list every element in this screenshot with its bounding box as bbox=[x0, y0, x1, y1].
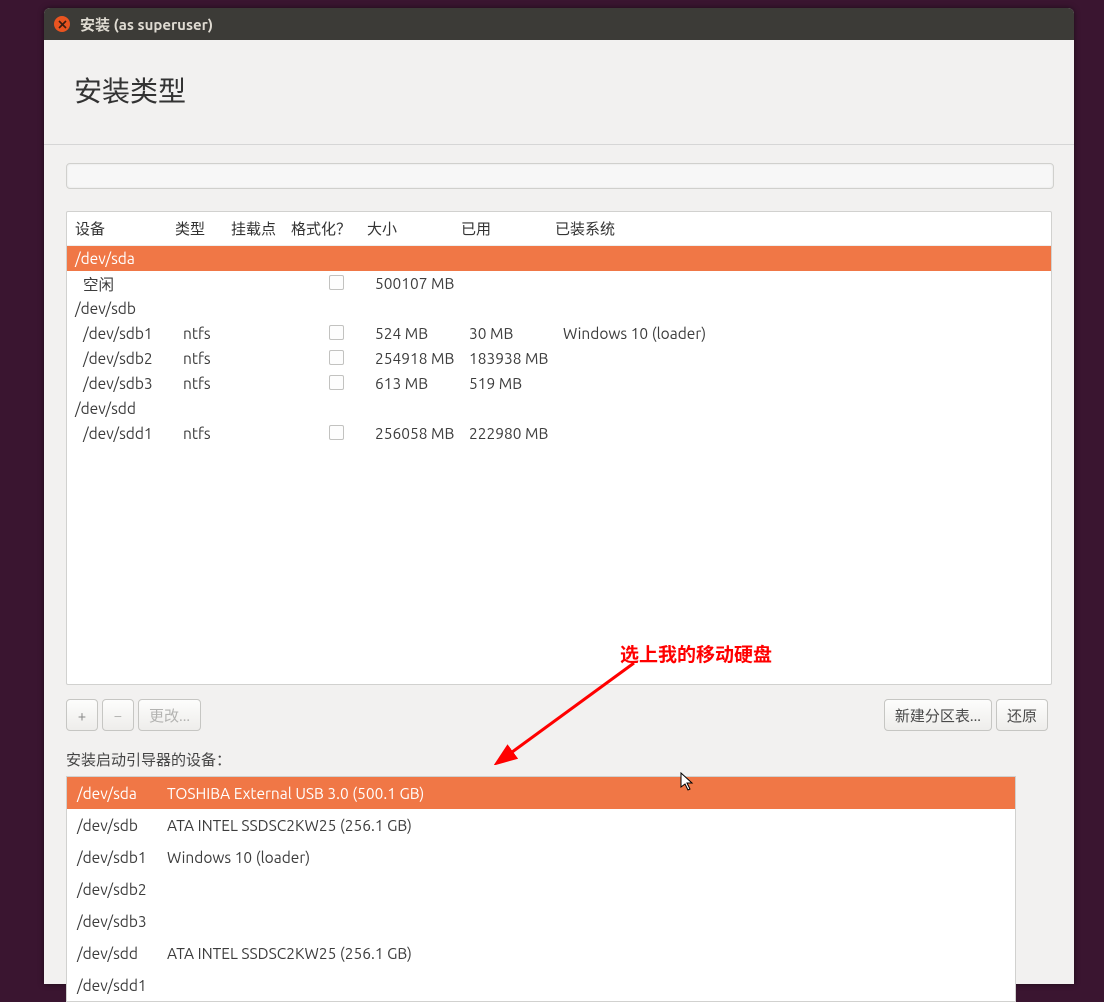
cell-format bbox=[299, 375, 375, 393]
titlebar: 安装 (as superuser) bbox=[44, 8, 1074, 40]
col-header-format[interactable]: 格式化？ bbox=[291, 218, 367, 239]
cell-size: 256058 MB bbox=[375, 425, 469, 442]
bootloader-option-device: /dev/sdd bbox=[77, 945, 167, 962]
bootloader-option-desc: Windows 10 (loader) bbox=[167, 849, 1005, 866]
col-header-type[interactable]: 类型 bbox=[175, 218, 231, 239]
bootloader-option-device: /dev/sdb3 bbox=[77, 913, 167, 930]
cell-format bbox=[299, 325, 375, 343]
cell-device: /dev/sdb bbox=[71, 300, 175, 317]
window-title: 安装 (as superuser) bbox=[80, 14, 213, 35]
cell-type: ntfs bbox=[183, 425, 239, 442]
disk-usage-bar bbox=[66, 163, 1054, 189]
bootloader-option[interactable]: /dev/sdbATA INTEL SSDSC2KW25 (256.1 GB) bbox=[67, 809, 1015, 841]
table-row[interactable]: /dev/sdd1ntfs 256058 MB222980 MB bbox=[67, 421, 1051, 446]
bootloader-option-desc: ATA INTEL SSDSC2KW25 (256.1 GB) bbox=[167, 945, 1005, 962]
bootloader-option-device: /dev/sdb1 bbox=[77, 849, 167, 866]
bootloader-option-device: /dev/sdd1 bbox=[77, 977, 167, 994]
new-partition-table-button[interactable]: 新建分区表... bbox=[884, 699, 992, 731]
table-row[interactable]: /dev/sdb bbox=[67, 296, 1051, 321]
cell-used: 183938 MB bbox=[469, 350, 563, 367]
cell-size: 613 MB bbox=[375, 375, 469, 392]
cell-type: ntfs bbox=[183, 325, 239, 342]
bootloader-option-desc: TOSHIBA External USB 3.0 (500.1 GB) bbox=[167, 785, 1005, 802]
col-header-mount[interactable]: 挂载点 bbox=[231, 218, 291, 239]
bootloader-label: 安装启动引导器的设备： bbox=[66, 749, 1052, 770]
bootloader-option[interactable]: /dev/sdb2 bbox=[67, 873, 1015, 905]
cell-used: 30 MB bbox=[469, 325, 563, 342]
col-header-size[interactable]: 大小 bbox=[367, 218, 461, 239]
bootloader-option[interactable]: /dev/sdd1 bbox=[67, 969, 1015, 1001]
bootloader-option-device: /dev/sdb bbox=[77, 817, 167, 834]
cell-type: ntfs bbox=[183, 375, 239, 392]
bootloader-option[interactable]: /dev/sddATA INTEL SSDSC2KW25 (256.1 GB) bbox=[67, 937, 1015, 969]
cell-device: /dev/sdd bbox=[71, 400, 175, 417]
cell-device: /dev/sdb1 bbox=[71, 325, 183, 342]
bootloader-option-device: /dev/sdb2 bbox=[77, 881, 167, 898]
cell-size: 500107 MB bbox=[375, 275, 469, 292]
bootloader-device-dropdown[interactable]: /dev/sdaTOSHIBA External USB 3.0 (500.1 … bbox=[66, 776, 1016, 1002]
format-checkbox[interactable] bbox=[329, 425, 344, 440]
bootloader-option-device: /dev/sda bbox=[77, 785, 167, 802]
bootloader-option[interactable]: /dev/sdb3 bbox=[67, 905, 1015, 937]
installer-window: 安装 (as superuser) 安装类型 设备 类型 挂载点 格式化？ 大小… bbox=[44, 8, 1074, 984]
close-icon[interactable] bbox=[54, 16, 70, 32]
cell-type: ntfs bbox=[183, 350, 239, 367]
format-checkbox[interactable] bbox=[329, 350, 344, 365]
table-row[interactable]: /dev/sdb1ntfs 524 MB30 MBWindows 10 (load… bbox=[67, 321, 1051, 346]
table-row[interactable]: /dev/sdb3ntfs 613 MB519 MB bbox=[67, 371, 1051, 396]
cell-used: 519 MB bbox=[469, 375, 563, 392]
cell-format bbox=[299, 425, 375, 443]
col-header-used[interactable]: 已用 bbox=[461, 218, 555, 239]
cell-size: 524 MB bbox=[375, 325, 469, 342]
partition-table: 设备 类型 挂载点 格式化？ 大小 已用 已装系统 /dev/sda 空闲 5001… bbox=[66, 211, 1052, 685]
cell-device: /dev/sdd1 bbox=[71, 425, 183, 442]
revert-button[interactable]: 还原 bbox=[996, 699, 1048, 731]
table-row[interactable]: 空闲 500107 MB bbox=[67, 271, 1051, 296]
cell-device: 空闲 bbox=[71, 273, 183, 295]
cell-device: /dev/sdb2 bbox=[71, 350, 183, 367]
remove-partition-button[interactable]: − bbox=[102, 699, 134, 731]
cell-device: /dev/sdb3 bbox=[71, 375, 183, 392]
cell-device: /dev/sda bbox=[71, 250, 175, 267]
format-checkbox[interactable] bbox=[329, 375, 344, 390]
bootloader-option[interactable]: /dev/sdaTOSHIBA External USB 3.0 (500.1 … bbox=[67, 777, 1015, 809]
bootloader-option[interactable]: /dev/sdb1Windows 10 (loader) bbox=[67, 841, 1015, 873]
table-row[interactable]: /dev/sdd bbox=[67, 396, 1051, 421]
cell-used: 222980 MB bbox=[469, 425, 563, 442]
cell-size: 254918 MB bbox=[375, 350, 469, 367]
format-checkbox[interactable] bbox=[329, 275, 344, 290]
col-header-device[interactable]: 设备 bbox=[71, 218, 175, 239]
format-checkbox[interactable] bbox=[329, 325, 344, 340]
partition-toolbar: + − 更改... 新建分区表... 还原 bbox=[66, 699, 1052, 731]
page-title: 安装类型 bbox=[44, 40, 1074, 145]
change-partition-button[interactable]: 更改... bbox=[138, 699, 201, 731]
cell-format bbox=[299, 275, 375, 293]
table-row[interactable]: /dev/sda bbox=[67, 246, 1051, 271]
bootloader-option-desc: ATA INTEL SSDSC2KW25 (256.1 GB) bbox=[167, 817, 1005, 834]
add-partition-button[interactable]: + bbox=[66, 699, 98, 731]
col-header-system[interactable]: 已装系统 bbox=[555, 218, 1047, 239]
cell-system: Windows 10 (loader) bbox=[563, 325, 1047, 342]
partition-table-header: 设备 类型 挂载点 格式化？ 大小 已用 已装系统 bbox=[67, 212, 1051, 246]
cell-format bbox=[299, 350, 375, 368]
table-row[interactable]: /dev/sdb2ntfs 254918 MB183938 MB bbox=[67, 346, 1051, 371]
